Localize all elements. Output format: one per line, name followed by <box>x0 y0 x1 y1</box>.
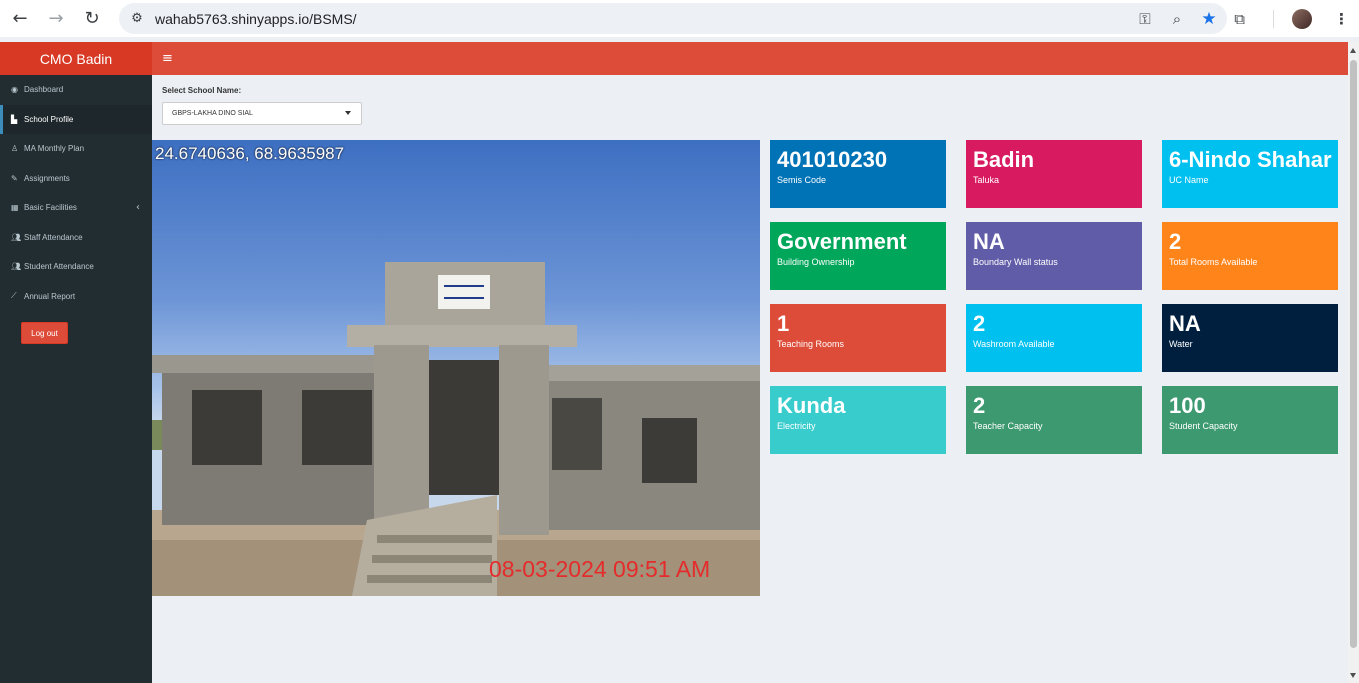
dashboard-icon: ◉ <box>11 85 18 95</box>
url-text[interactable]: wahab5763.shinyapps.io/BSMS/ <box>155 11 357 27</box>
page-scrollbar[interactable] <box>1348 42 1359 683</box>
sidebar-item-dashboard[interactable]: ◉ Dashboard <box>0 75 152 105</box>
infobox-label: Building Ownership <box>777 257 855 267</box>
infobox-value: NA <box>973 229 1005 254</box>
sidebar-item-label: Annual Report <box>24 291 76 301</box>
sidebar: ◉ Dashboard ▙ School Profile ♙ MA Monthl… <box>0 75 152 683</box>
school-building-illustration <box>152 262 760 596</box>
user-icon: ♙ <box>11 144 19 154</box>
sidebar-item-label: School Profile <box>24 114 74 124</box>
sidebar-item-label: MA Monthly Plan <box>24 144 85 154</box>
infobox-label: Semis Code <box>777 175 827 185</box>
infobox-total-rooms: 2 Total Rooms Available <box>1162 222 1338 290</box>
sidebar-item-staff-attendance[interactable]: 👥︎ Staff Attendance <box>0 223 152 253</box>
infobox-boundary-wall: NA Boundary Wall status <box>966 222 1142 290</box>
infobox-label: UC Name <box>1169 175 1209 185</box>
zoom-icon[interactable]: ⌕ <box>1167 10 1187 28</box>
infobox-washroom: 2 Washroom Available <box>966 304 1142 372</box>
infobox-value: 401010230 <box>777 147 888 172</box>
infobox-water: NA Water <box>1162 304 1338 372</box>
infobox-uc-name: 6-Nindo Shahar UC Name <box>1162 140 1338 208</box>
infobox-label: Taluka <box>973 175 1000 185</box>
infobox-label: Total Rooms Available <box>1169 257 1258 267</box>
app-logo[interactable]: CMO Badin <box>0 42 152 75</box>
infobox-label: Boundary Wall status <box>973 257 1058 267</box>
sidebar-toggle-icon[interactable]: ≡ <box>162 51 173 66</box>
sidebar-item-ma-monthly-plan[interactable]: ♙ MA Monthly Plan <box>0 134 152 164</box>
school-select-value: GBPS-LAKHA DINO SIAL <box>172 110 253 117</box>
pencil-icon: ✎ <box>11 173 18 183</box>
infobox-value: NA <box>1169 311 1201 336</box>
select-school-label: Select School Name: <box>162 86 242 95</box>
reload-icon[interactable]: ↻ <box>74 1 110 37</box>
infobox-taluka: Badin Taluka <box>966 140 1142 208</box>
infobox-label: Washroom Available <box>973 339 1055 349</box>
sidebar-item-label: Basic Facilities <box>24 203 77 213</box>
sidebar-item-label: Assignments <box>24 173 70 183</box>
infobox-value: Government <box>777 229 907 254</box>
browser-toolbar: ← → ↻ ⚙ wahab5763.shinyapps.io/BSMS/ ⚿ ⌕… <box>0 0 1359 37</box>
caret-down-icon <box>345 111 351 115</box>
infobox-electricity: Kunda Electricity <box>770 386 946 454</box>
line-chart-icon: ⟋ <box>11 291 17 301</box>
gps-coordinates: 24.6740636, 68.9635987 <box>155 144 345 163</box>
profile-avatar[interactable] <box>1292 8 1312 29</box>
infobox-label: Teaching Rooms <box>777 339 845 349</box>
infobox-label: Teacher Capacity <box>973 421 1043 431</box>
school-icon: ▙ <box>11 114 18 124</box>
sidebar-item-annual-report[interactable]: ⟋ Annual Report <box>0 282 152 312</box>
address-bar[interactable]: ⚙ wahab5763.shinyapps.io/BSMS/ ⚿ ⌕ ★ <box>119 3 1227 34</box>
main-content: Select School Name: GBPS-LAKHA DINO SIAL <box>152 75 1348 683</box>
infobox-label: Water <box>1169 339 1193 349</box>
infobox-value: Badin <box>973 147 1035 172</box>
infobox-building-ownership: Government Building Ownership <box>770 222 946 290</box>
top-navbar: ≡ <box>152 42 1348 75</box>
forward-arrow-icon[interactable]: → <box>38 1 74 37</box>
users-icon: 👥︎ <box>11 262 22 272</box>
sidebar-item-label: Student Attendance <box>24 262 94 272</box>
more-menu-icon[interactable]: ⋮ <box>1334 10 1349 28</box>
scroll-down-arrow-icon[interactable] <box>1350 673 1356 678</box>
infobox-label: Student Capacity <box>1169 421 1238 431</box>
toolbar-divider <box>1273 9 1274 28</box>
school-photo: 24.6740636, 68.9635987 08-03-2024 09:51 … <box>152 140 760 596</box>
infobox-value: Kunda <box>777 393 846 418</box>
infobox-value: 6-Nindo Shahar <box>1169 147 1332 172</box>
password-key-icon[interactable]: ⚿ <box>1135 10 1155 28</box>
infobox-value: 2 <box>1169 229 1182 254</box>
infobox-teaching-rooms: 1 Teaching Rooms <box>770 304 946 372</box>
sidebar-item-school-profile[interactable]: ▙ School Profile <box>0 104 152 134</box>
infobox-semis-code: 401010230 Semis Code <box>770 140 946 208</box>
logout-button[interactable]: Log out <box>21 322 68 344</box>
site-info-icon[interactable]: ⚙ <box>119 11 155 26</box>
sidebar-item-assignments[interactable]: ✎ Assignments <box>0 164 152 194</box>
scroll-up-arrow-icon[interactable] <box>1350 48 1356 53</box>
scroll-thumb[interactable] <box>1350 60 1357 648</box>
infobox-value: 2 <box>973 393 986 418</box>
back-arrow-icon[interactable]: ← <box>2 1 38 37</box>
infobox-value: 1 <box>777 311 790 336</box>
infobox-label: Electricity <box>777 421 816 431</box>
infobox-value: 2 <box>973 311 986 336</box>
users-icon: 👥︎ <box>11 232 22 242</box>
chevron-left-icon: ‹ <box>136 202 140 214</box>
extensions-icon[interactable]: ⧉ <box>1234 10 1245 28</box>
bookmark-star-icon[interactable]: ★ <box>1199 9 1219 29</box>
sidebar-item-student-attendance[interactable]: 👥︎ Student Attendance <box>0 252 152 282</box>
photo-timestamp: 08-03-2024 09:51 AM <box>489 556 711 582</box>
table-icon: ▦ <box>11 203 19 213</box>
sidebar-item-label: Dashboard <box>24 85 64 95</box>
sidebar-item-basic-facilities[interactable]: ▦ Basic Facilities ‹ <box>0 193 152 223</box>
infobox-value: 100 <box>1169 393 1206 418</box>
sidebar-item-label: Staff Attendance <box>24 232 83 242</box>
school-select[interactable]: GBPS-LAKHA DINO SIAL <box>162 102 362 125</box>
infobox-teacher-capacity: 2 Teacher Capacity <box>966 386 1142 454</box>
infobox-student-capacity: 100 Student Capacity <box>1162 386 1338 454</box>
